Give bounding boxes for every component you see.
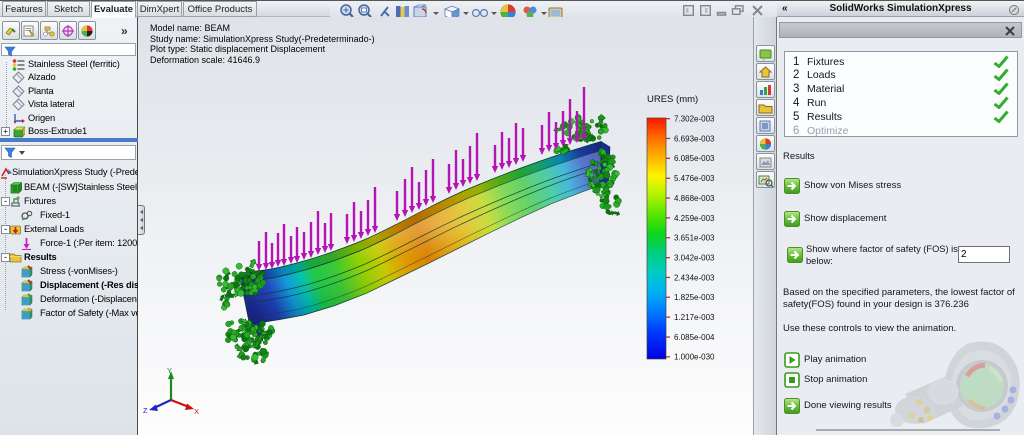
svg-text:5.476e-003: 5.476e-003 xyxy=(674,174,715,183)
svg-text:1.217e-003: 1.217e-003 xyxy=(674,313,715,322)
svg-text:3.042e-003: 3.042e-003 xyxy=(674,254,715,263)
svg-text:2.434e-003: 2.434e-003 xyxy=(674,273,715,282)
svg-text:3.651e-003: 3.651e-003 xyxy=(674,234,715,243)
svg-text:6.085e-003: 6.085e-003 xyxy=(674,154,715,163)
svg-text:7.302e-003: 7.302e-003 xyxy=(674,115,715,124)
svg-text:1.825e-003: 1.825e-003 xyxy=(674,293,715,302)
svg-text:4.868e-003: 4.868e-003 xyxy=(674,194,715,203)
svg-text:4.259e-003: 4.259e-003 xyxy=(674,214,715,223)
svg-text:Y: Y xyxy=(167,366,172,375)
svg-text:URES (mm): URES (mm) xyxy=(647,94,698,105)
svg-text:X: X xyxy=(194,407,199,416)
svg-text:6.693e-003: 6.693e-003 xyxy=(674,134,715,143)
svg-text:6.085e-004: 6.085e-004 xyxy=(674,333,715,342)
svg-text:Z: Z xyxy=(143,406,148,415)
svg-text:1.000e-030: 1.000e-030 xyxy=(674,353,715,362)
